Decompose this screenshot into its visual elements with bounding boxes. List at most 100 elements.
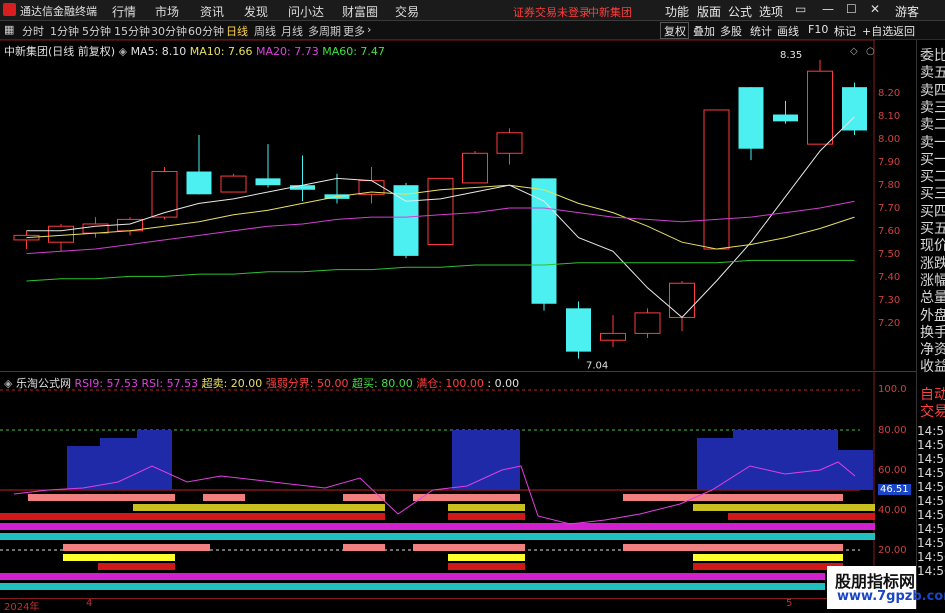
time-label: 14:56 (917, 424, 945, 438)
candle-body[interactable] (290, 185, 315, 190)
period-tab-bar: ▦ 分时 1分钟 5分钟 15分钟 30分钟 60分钟 日线 周线 月线 多周期… (0, 21, 945, 40)
candlestick-chart[interactable]: 8.35 7.04 ◇ ○ (0, 40, 875, 370)
signal-bar (448, 513, 525, 520)
chart-circle-icon[interactable]: ○ (866, 46, 875, 57)
candle-body[interactable] (427, 177, 454, 245)
close-icon[interactable]: ✕ (870, 2, 880, 16)
signal-bar (623, 544, 843, 551)
grid-icon[interactable]: ▦ (4, 23, 14, 36)
signal-bar (0, 583, 825, 590)
menu-market[interactable]: 市场 (155, 3, 179, 20)
year-label: 2024年 (4, 602, 40, 613)
screen-icon[interactable]: ▭ (795, 2, 806, 16)
maximize-icon[interactable]: ☐ (846, 2, 857, 16)
month-4-label: 4 (86, 598, 93, 609)
overlay-button[interactable]: 叠加 (693, 23, 715, 39)
signal-block (838, 450, 873, 490)
signal-bar (63, 554, 175, 561)
candle-body[interactable] (496, 132, 523, 154)
candle-body[interactable] (566, 308, 591, 352)
signal-bar (728, 513, 875, 520)
tab-5min[interactable]: 5分钟 (82, 23, 111, 39)
candle-body[interactable] (773, 114, 798, 122)
menu-wealth[interactable]: 财富圈 (342, 3, 378, 20)
mark-button[interactable]: 标记 (834, 23, 856, 39)
price-tick-label: 8.00 (878, 134, 901, 145)
low-annotation: 7.04 (586, 360, 608, 370)
tab-60min[interactable]: 60分钟 (188, 23, 224, 39)
signal-bar (413, 544, 525, 551)
candle-body[interactable] (600, 332, 626, 341)
price-tick-label: 7.50 (878, 249, 901, 260)
tab-monthly[interactable]: 月线 (281, 23, 303, 39)
draw-line-button[interactable]: 画线 (777, 23, 799, 39)
price-tick-label: 8.10 (878, 111, 901, 122)
back-button[interactable]: 返回 (893, 23, 915, 39)
menu-news[interactable]: 资讯 (200, 3, 224, 20)
signal-bar (98, 563, 175, 570)
menu-options[interactable]: 选项 (759, 3, 783, 20)
auto-trade-label[interactable]: 交易 (920, 401, 945, 421)
signal-block (697, 438, 733, 490)
time-label: 14:56 (917, 522, 945, 536)
tab-30min[interactable]: 30分钟 (151, 23, 187, 39)
tab-intraday[interactable]: 分时 (22, 23, 44, 39)
candle-body[interactable] (738, 87, 764, 149)
candle-body[interactable] (634, 312, 661, 334)
candle-body[interactable] (220, 175, 247, 193)
candle-body[interactable] (669, 282, 695, 318)
signal-bar (623, 494, 843, 501)
tab-daily[interactable]: 日线 (226, 23, 248, 39)
signal-bar (203, 494, 245, 501)
tab-multi-period[interactable]: 多周期 (308, 23, 341, 39)
tab-1min[interactable]: 1分钟 (50, 23, 79, 39)
menu-discover[interactable]: 发现 (244, 3, 268, 20)
adjust-button[interactable]: 复权 (664, 23, 686, 39)
menu-function[interactable]: 功能 (665, 3, 689, 20)
price-tick-label: 7.90 (878, 157, 901, 168)
login-warning[interactable]: 证券交易未登录 (513, 4, 590, 20)
tab-weekly[interactable]: 周线 (254, 23, 276, 39)
add-watchlist-button[interactable]: +自选 (862, 23, 893, 39)
candle-body[interactable] (13, 234, 40, 241)
chevron-right-icon[interactable]: › (367, 23, 371, 36)
rsi-tick-label: 100.0 (878, 384, 907, 395)
time-label: 14:56 (917, 564, 945, 578)
multi-stock-button[interactable]: 多股 (720, 23, 742, 39)
menu-ask[interactable]: 问小达 (288, 3, 324, 20)
price-tick-label: 8.20 (878, 88, 901, 99)
quote-field-label: 收益 (920, 359, 945, 376)
rsi-tick-label: 20.00 (878, 545, 907, 556)
candle-body[interactable] (807, 70, 833, 145)
tab-more[interactable]: 更多 (343, 23, 365, 39)
candle-body[interactable] (48, 225, 74, 243)
signal-bar (343, 544, 385, 551)
time-label: 14:56 (917, 536, 945, 550)
statistics-button[interactable]: 统计 (750, 23, 772, 39)
month-5-label: 5 (786, 598, 793, 609)
price-tick-label: 7.60 (878, 226, 901, 237)
menu-layout[interactable]: 版面 (697, 3, 721, 20)
app-name: 通达信金融终端 (20, 5, 97, 18)
site-watermark: 股朋指标网 www.7gpzb.com (827, 566, 945, 609)
candle-body[interactable] (186, 171, 212, 195)
signal-block (137, 430, 172, 490)
time-label: 14:56 (917, 550, 945, 564)
signal-bar (413, 494, 520, 501)
candle-body[interactable] (255, 178, 281, 186)
candle-body[interactable] (842, 87, 867, 131)
signal-block (452, 430, 520, 490)
rsi-chart[interactable] (0, 372, 875, 598)
tab-15min[interactable]: 15分钟 (114, 23, 150, 39)
menu-formula[interactable]: 公式 (728, 3, 752, 20)
time-label: 14:56 (917, 494, 945, 508)
menu-quotes[interactable]: 行情 (112, 3, 136, 20)
minimize-icon[interactable]: — (822, 2, 834, 16)
current-stock-name: 中新集团 (588, 6, 632, 19)
f10-button[interactable]: F10 (808, 23, 828, 36)
candle-body[interactable] (462, 152, 488, 184)
guest-label[interactable]: 游客 (895, 3, 919, 20)
menu-trade[interactable]: 交易 (395, 3, 419, 20)
chart-diamond-icon[interactable]: ◇ (850, 46, 858, 57)
candle-body[interactable] (703, 109, 730, 250)
